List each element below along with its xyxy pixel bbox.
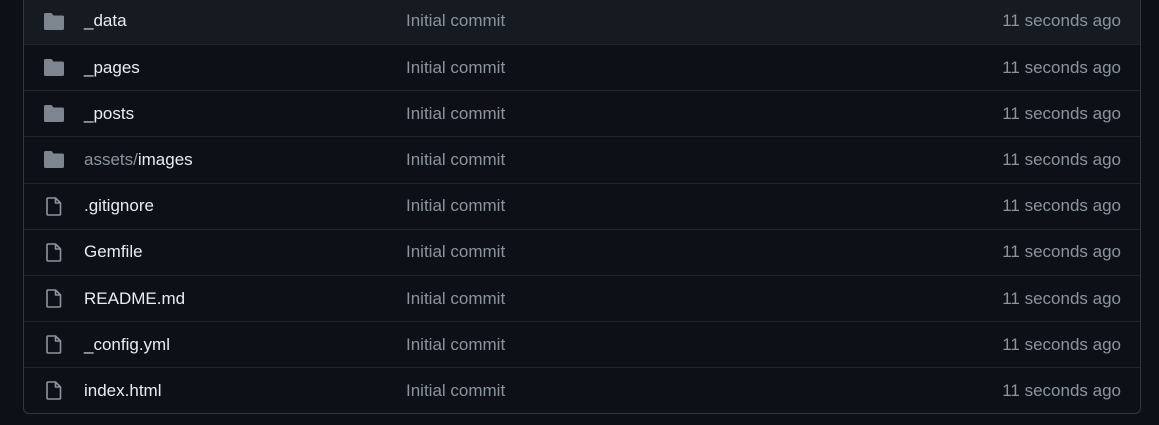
file-name[interactable]: _posts bbox=[84, 104, 134, 123]
file-name-link[interactable]: _posts bbox=[84, 104, 134, 124]
file-icon bbox=[44, 289, 64, 309]
commit-age: 11 seconds ago bbox=[1002, 334, 1121, 354]
file-icon bbox=[44, 381, 64, 401]
commit-age: 11 seconds ago bbox=[1002, 11, 1121, 30]
commit-message-link[interactable]: Initial commit bbox=[406, 11, 505, 31]
file-name[interactable]: _config.yml bbox=[84, 335, 170, 354]
commit-message-link[interactable]: Initial commit bbox=[406, 242, 505, 262]
table-row[interactable]: index.html Initial commit 11 seconds ago bbox=[24, 367, 1140, 413]
file-name[interactable]: _pages bbox=[84, 58, 140, 77]
table-row[interactable]: Gemfile Initial commit 11 seconds ago bbox=[24, 228, 1140, 275]
file-name-link[interactable]: index.html bbox=[84, 381, 161, 401]
file-name-link[interactable]: _data bbox=[84, 11, 127, 31]
commit-message-link[interactable]: Initial commit bbox=[406, 104, 505, 124]
table-row[interactable]: _data Initial commit 11 seconds ago bbox=[24, 0, 1140, 44]
folder-icon bbox=[44, 150, 64, 170]
commit-message-link[interactable]: Initial commit bbox=[406, 335, 505, 355]
path-prefix[interactable]: assets/ bbox=[84, 150, 138, 169]
file-icon bbox=[44, 242, 64, 262]
file-name-link[interactable]: assets/images bbox=[84, 150, 193, 170]
commit-age: 11 seconds ago bbox=[1002, 149, 1121, 169]
commit-age: 11 seconds ago bbox=[1002, 196, 1121, 216]
file-list-table: _data Initial commit 11 seconds ago _pag… bbox=[23, 0, 1141, 414]
table-row[interactable]: _config.yml Initial commit 11 seconds ag… bbox=[24, 321, 1140, 367]
file-name-link[interactable]: _pages bbox=[84, 58, 140, 78]
file-name-link[interactable]: Gemfile bbox=[84, 242, 143, 262]
file-icon bbox=[44, 335, 64, 355]
file-name-link[interactable]: README.md bbox=[84, 289, 185, 309]
commit-message-link[interactable]: Initial commit bbox=[406, 196, 505, 216]
file-name[interactable]: .gitignore bbox=[84, 196, 154, 215]
file-name[interactable]: README.md bbox=[84, 289, 185, 308]
folder-icon bbox=[44, 58, 64, 78]
commit-age: 11 seconds ago bbox=[1002, 380, 1121, 400]
commit-age: 11 seconds ago bbox=[1002, 103, 1121, 123]
file-name-link[interactable]: .gitignore bbox=[84, 196, 154, 216]
commit-message-link[interactable]: Initial commit bbox=[406, 289, 505, 309]
file-name[interactable]: Gemfile bbox=[84, 242, 143, 261]
file-name[interactable]: _data bbox=[84, 11, 127, 30]
table-row[interactable]: README.md Initial commit 11 seconds ago bbox=[24, 274, 1140, 321]
file-name-link[interactable]: _config.yml bbox=[84, 335, 170, 355]
table-row[interactable]: .gitignore Initial commit 11 seconds ago bbox=[24, 182, 1140, 229]
commit-message-link[interactable]: Initial commit bbox=[406, 381, 505, 401]
commit-age: 11 seconds ago bbox=[1002, 288, 1121, 308]
file-icon bbox=[44, 196, 64, 216]
folder-icon bbox=[44, 11, 64, 31]
table-row[interactable]: _pages Initial commit 11 seconds ago bbox=[24, 44, 1140, 90]
file-name[interactable]: images bbox=[138, 150, 193, 169]
commit-message-link[interactable]: Initial commit bbox=[406, 58, 505, 78]
folder-icon bbox=[44, 104, 64, 124]
table-row[interactable]: _posts Initial commit 11 seconds ago bbox=[24, 90, 1140, 136]
commit-message-link[interactable]: Initial commit bbox=[406, 150, 505, 170]
table-row[interactable]: assets/images Initial commit 11 seconds … bbox=[24, 136, 1140, 182]
file-name[interactable]: index.html bbox=[84, 381, 161, 400]
commit-age: 11 seconds ago bbox=[1002, 242, 1121, 262]
commit-age: 11 seconds ago bbox=[1002, 57, 1121, 77]
